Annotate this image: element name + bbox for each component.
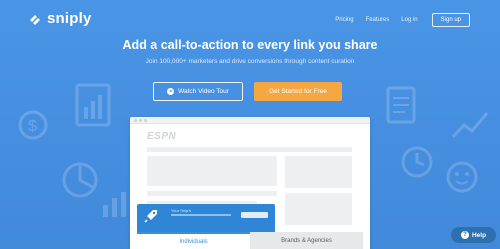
watch-video-tour-label: Watch Video Tour [178, 88, 229, 95]
play-icon [167, 88, 175, 95]
sniply-logo-icon [30, 14, 40, 25]
get-started-button[interactable]: Get Started for Free [254, 82, 342, 101]
tab-individuals[interactable]: Individuals [137, 232, 250, 249]
help-label: Help [471, 231, 487, 239]
nav-login[interactable]: Log in [401, 17, 417, 23]
nav-pricing[interactable]: Pricing [335, 17, 353, 23]
document-icon [385, 85, 419, 125]
brand-name: sniply [47, 10, 92, 27]
watch-video-tour-button[interactable]: Watch Video Tour [153, 82, 243, 101]
mockup-site-logo: ESPN [147, 131, 177, 142]
clock-icon [400, 145, 434, 179]
hero-subline: Join 100,000+ marketers and drive conver… [145, 58, 355, 65]
cta-action-button[interactable] [241, 212, 268, 218]
face-icon [445, 160, 479, 194]
svg-text:$: $ [28, 118, 37, 135]
chart-icon [450, 105, 490, 145]
question-icon: ? [460, 231, 469, 239]
rocket-icon [144, 210, 157, 223]
tab-brands-agencies[interactable]: Brands & Agencies [250, 232, 363, 249]
mockup-toolbar [130, 117, 370, 124]
hero-section: $ sniply Pricing Features Log in Sign up… [0, 0, 500, 249]
document-chart-icon [75, 83, 115, 129]
dollar-icon: $ [18, 110, 48, 140]
pie-icon [60, 160, 100, 200]
top-nav: Pricing Features Log in Sign up [323, 13, 470, 27]
hero-headline: Add a call-to-action to every link you s… [122, 38, 378, 52]
help-button[interactable]: ? Help [451, 227, 496, 243]
bars-icon [100, 190, 130, 220]
cta-message: Your Snip's [171, 208, 191, 213]
nav-features[interactable]: Features [366, 17, 390, 23]
signup-button[interactable]: Sign up [431, 13, 470, 27]
sniply-logo[interactable]: sniply [28, 10, 92, 27]
cta-message-line [171, 214, 231, 216]
